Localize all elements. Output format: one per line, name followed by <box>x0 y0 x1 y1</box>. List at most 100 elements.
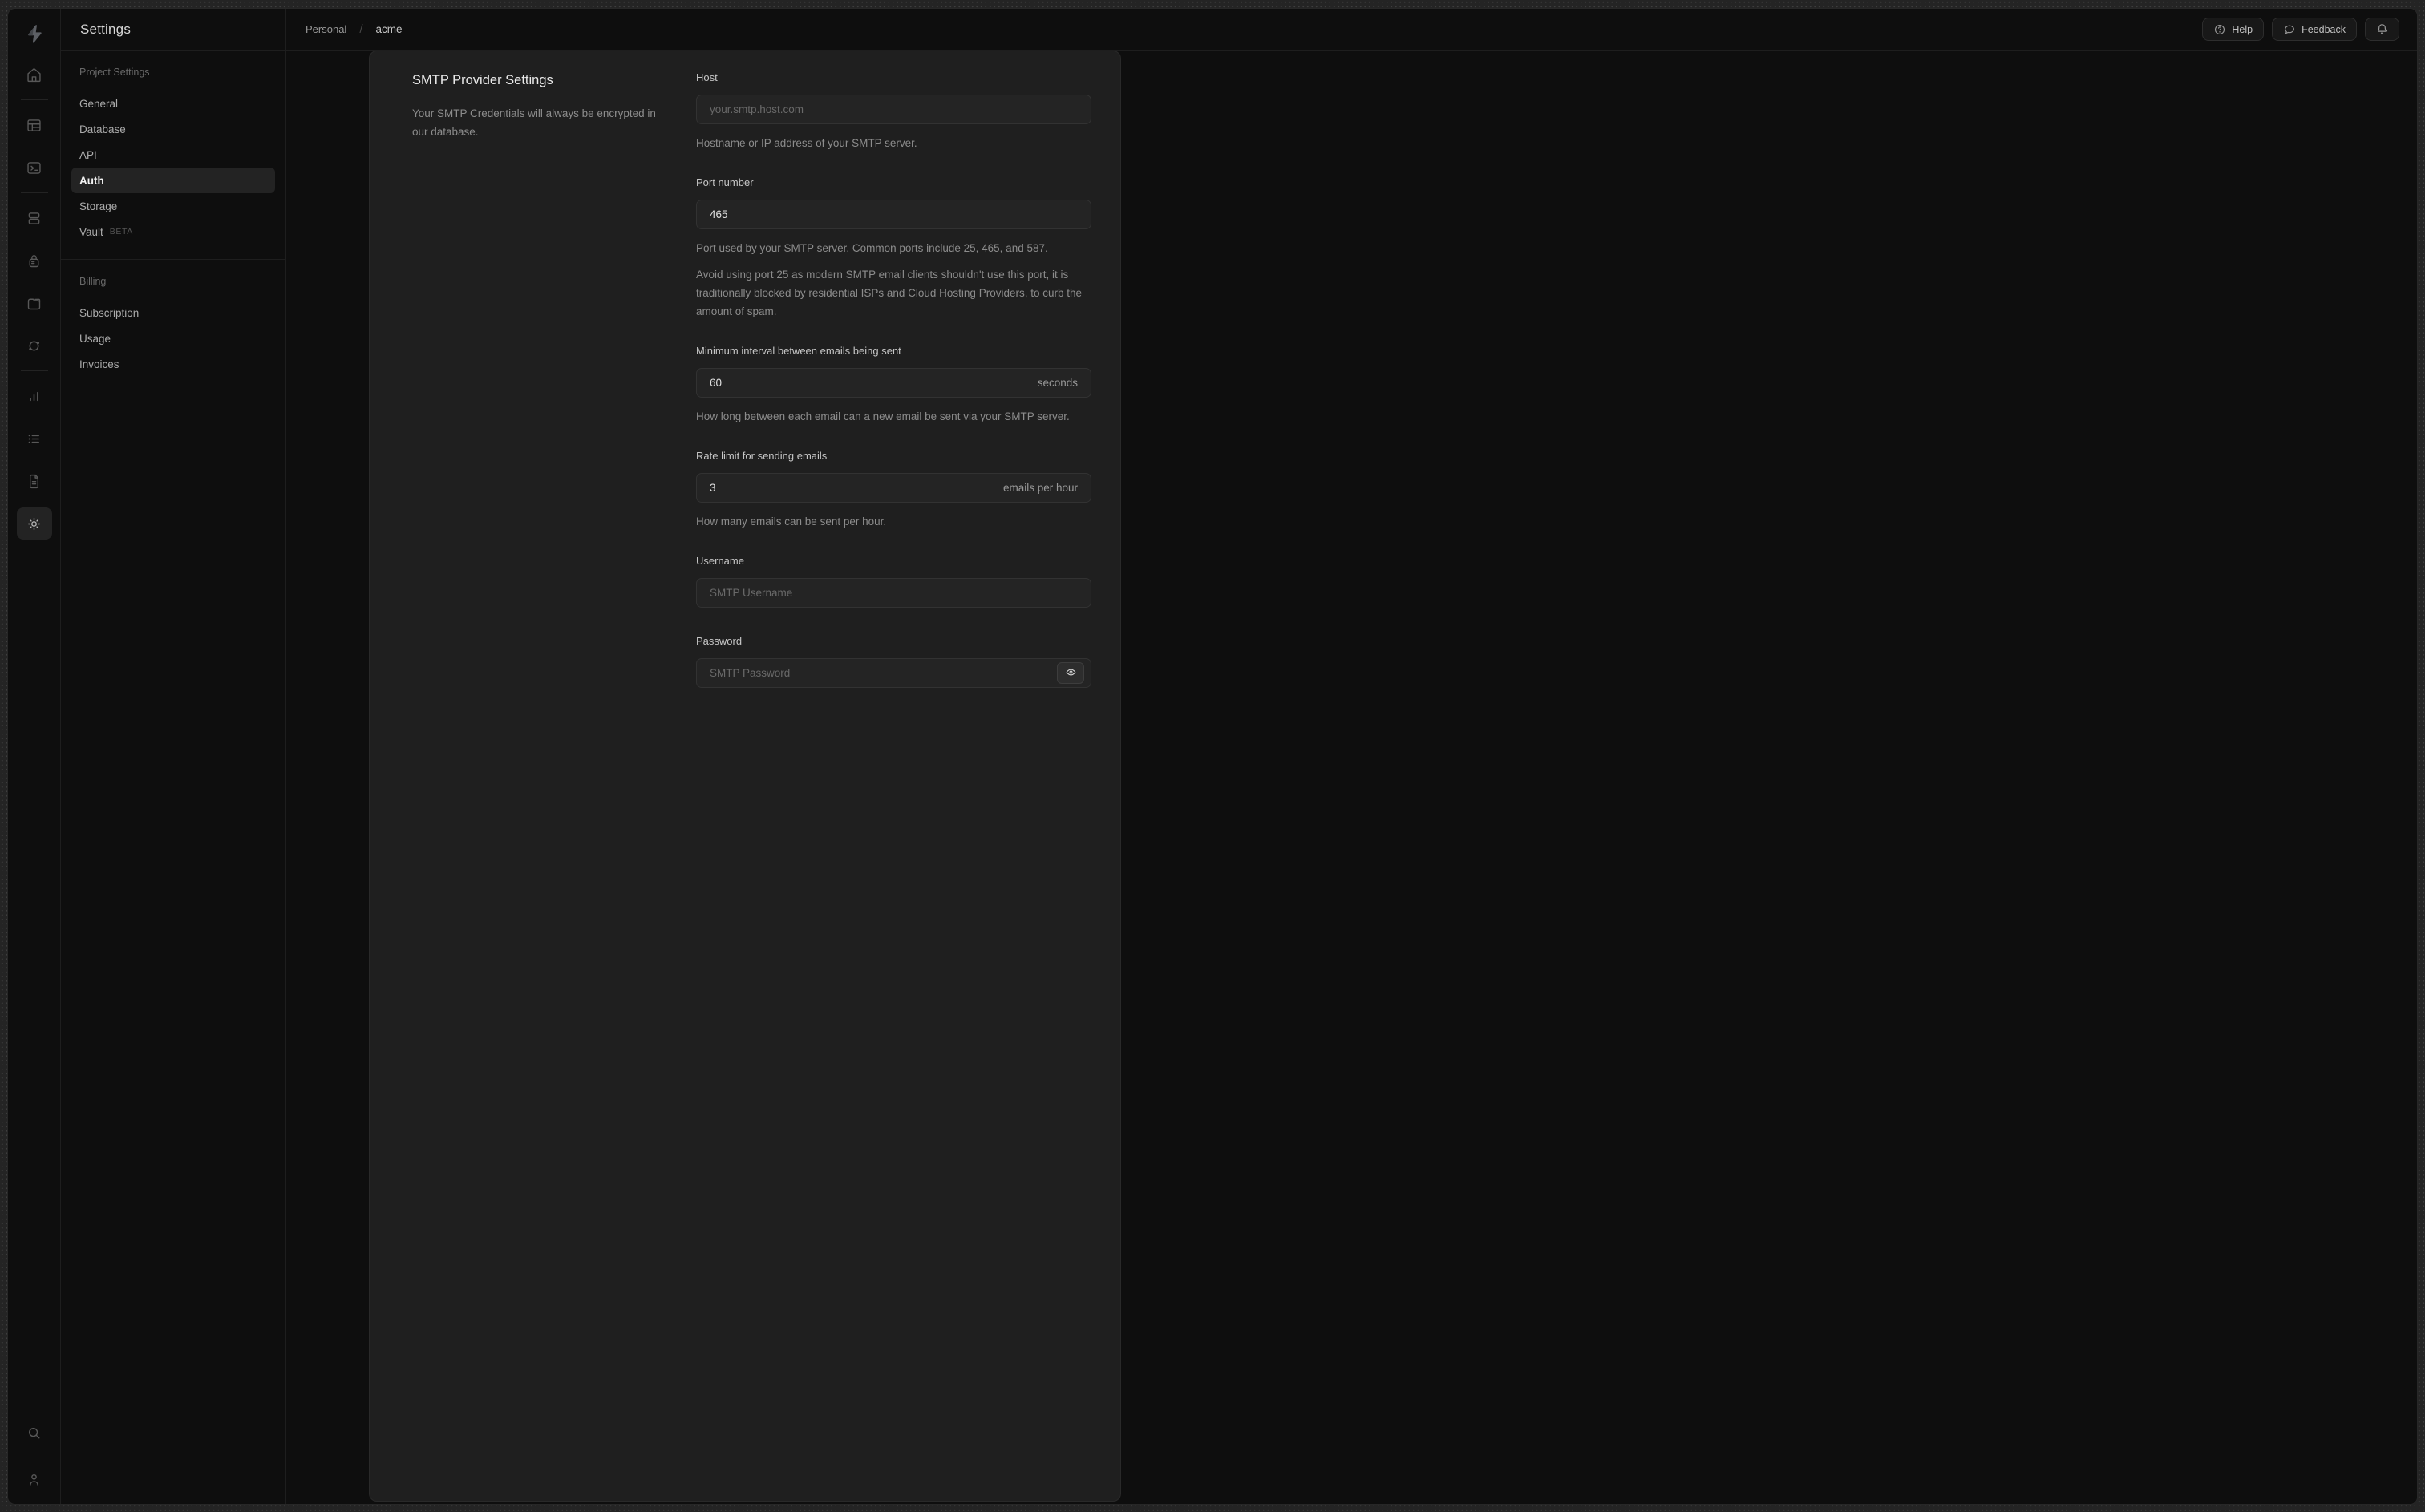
bell-icon <box>2375 22 2389 36</box>
settings-sidebar: Settings Project Settings General Databa… <box>61 9 286 1504</box>
home-icon <box>26 67 43 83</box>
speech-bubble-icon <box>2283 23 2296 36</box>
sql-editor-icon <box>26 160 43 176</box>
table-editor-icon <box>26 117 43 134</box>
search-icon <box>26 1425 43 1441</box>
gear-icon <box>26 515 43 532</box>
interval-input[interactable] <box>710 377 1028 389</box>
host-inputbox <box>696 95 1091 124</box>
username-label: Username <box>696 555 744 567</box>
rail-edge-functions-button[interactable] <box>17 329 52 362</box>
rail-home-button[interactable] <box>17 59 52 91</box>
rail-storage-button[interactable] <box>17 287 52 319</box>
sidebar-item-usage[interactable]: Usage <box>71 325 275 351</box>
help-button[interactable]: Help <box>2202 18 2265 41</box>
rail-reports-button[interactable] <box>17 380 52 412</box>
top-bar: Personal / acme Help Feedback <box>286 9 2417 51</box>
settings-sidebar-body: Project Settings General Database API Au… <box>61 51 285 377</box>
supabase-bolt-icon <box>27 25 42 43</box>
host-field-group: Host Hostname or IP address of your SMTP… <box>696 71 1091 152</box>
sidebar-divider <box>61 259 285 260</box>
content-area: SMTP Provider Settings Your SMTP Credent… <box>286 51 2417 1504</box>
rail-divider <box>20 370 48 371</box>
interval-label: Minimum interval between emails being se… <box>696 345 901 357</box>
rail-divider <box>20 99 48 100</box>
rail-account-button[interactable] <box>17 1463 52 1495</box>
port-field-group: Port number Port used by your SMTP serve… <box>696 176 1091 321</box>
sidebar-item-invoices[interactable]: Invoices <box>71 351 275 377</box>
notifications-button[interactable] <box>2365 18 2399 41</box>
rail-project-settings-button[interactable] <box>16 507 52 540</box>
username-input[interactable] <box>710 587 1084 599</box>
host-input[interactable] <box>710 103 1084 115</box>
header-actions: Help Feedback <box>2202 18 2399 41</box>
username-inputbox <box>696 578 1091 608</box>
icon-rail <box>8 9 61 1504</box>
sidebar-item-vault[interactable]: Vault BETA <box>71 219 275 245</box>
sidebar-item-subscription[interactable]: Subscription <box>71 300 275 325</box>
password-input[interactable] <box>710 667 1057 679</box>
smtp-settings-grid: SMTP Provider Settings Your SMTP Credent… <box>370 51 1120 712</box>
interval-field-group: Minimum interval between emails being se… <box>696 345 1091 426</box>
breadcrumb-project[interactable]: acme <box>375 23 402 35</box>
rail-authentication-button[interactable] <box>17 245 52 277</box>
rate-inputbox: emails per hour <box>696 473 1091 503</box>
interval-helper: How long between each email can a new em… <box>696 410 1070 422</box>
breadcrumb-org[interactable]: Personal <box>306 23 346 35</box>
settings-sidebar-header: Settings <box>61 9 285 51</box>
interval-inputbox: seconds <box>696 368 1091 398</box>
rail-table-editor-button[interactable] <box>17 109 52 141</box>
sidebar-item-storage[interactable]: Storage <box>71 193 275 219</box>
sidebar-item-auth[interactable]: Auth <box>71 168 275 193</box>
file-text-icon <box>26 473 43 490</box>
database-icon <box>26 210 43 227</box>
password-field-group: Password <box>696 635 1091 688</box>
smtp-settings-intro: SMTP Provider Settings Your SMTP Credent… <box>412 71 665 688</box>
question-circle-icon <box>2213 23 2226 36</box>
port-label: Port number <box>696 176 754 188</box>
panel-description: Your SMTP Credentials will always be enc… <box>412 107 656 138</box>
rail-database-button[interactable] <box>17 202 52 234</box>
edge-functions-icon <box>26 338 43 354</box>
rate-suffix: emails per hour <box>1002 482 1078 494</box>
eye-icon <box>1065 666 1077 681</box>
port-helper: Port used by your SMTP server. Common po… <box>696 242 1048 254</box>
bar-chart-icon <box>26 388 43 405</box>
supabase-logo[interactable] <box>24 17 45 51</box>
rail-sql-editor-button[interactable] <box>17 152 52 184</box>
rate-label: Rate limit for sending emails <box>696 450 828 462</box>
beta-badge: BETA <box>109 227 133 237</box>
lock-icon <box>26 253 43 269</box>
smtp-settings-card: SMTP Provider Settings Your SMTP Credent… <box>369 51 1121 1502</box>
page-title: Settings <box>80 21 132 37</box>
sidebar-item-database[interactable]: Database <box>71 116 275 142</box>
sidebar-item-general[interactable]: General <box>71 91 275 116</box>
rail-search-button[interactable] <box>17 1417 52 1449</box>
feedback-button[interactable]: Feedback <box>2272 18 2357 41</box>
rail-divider <box>20 192 48 193</box>
section-label-project-settings: Project Settings <box>79 67 150 78</box>
app-window: Settings Project Settings General Databa… <box>7 8 2418 1505</box>
section-label-billing: Billing <box>79 276 107 287</box>
reveal-password-button[interactable] <box>1057 662 1084 684</box>
password-inputbox <box>696 658 1091 688</box>
storage-folder-icon <box>26 295 43 312</box>
smtp-settings-form: Host Hostname or IP address of your SMTP… <box>696 71 1091 688</box>
list-icon <box>26 431 43 447</box>
rail-logs-button[interactable] <box>17 422 52 455</box>
user-icon <box>26 1471 43 1488</box>
host-label: Host <box>696 71 718 83</box>
port-input[interactable] <box>710 208 1084 220</box>
breadcrumb-separator: / <box>359 22 363 36</box>
panel-heading: SMTP Provider Settings <box>412 73 553 87</box>
rate-helper: How many emails can be sent per hour. <box>696 515 887 528</box>
main-area: Personal / acme Help Feedback SMTP Provi… <box>286 9 2417 1504</box>
username-field-group: Username <box>696 555 1091 608</box>
rate-input[interactable] <box>710 482 994 494</box>
interval-suffix: seconds <box>1037 377 1078 389</box>
port-note: Avoid using port 25 as modern SMTP email… <box>696 269 1083 317</box>
sidebar-item-api[interactable]: API <box>71 142 275 168</box>
password-label: Password <box>696 635 743 647</box>
rate-field-group: Rate limit for sending emails emails per… <box>696 450 1091 531</box>
rail-api-docs-button[interactable] <box>17 465 52 497</box>
